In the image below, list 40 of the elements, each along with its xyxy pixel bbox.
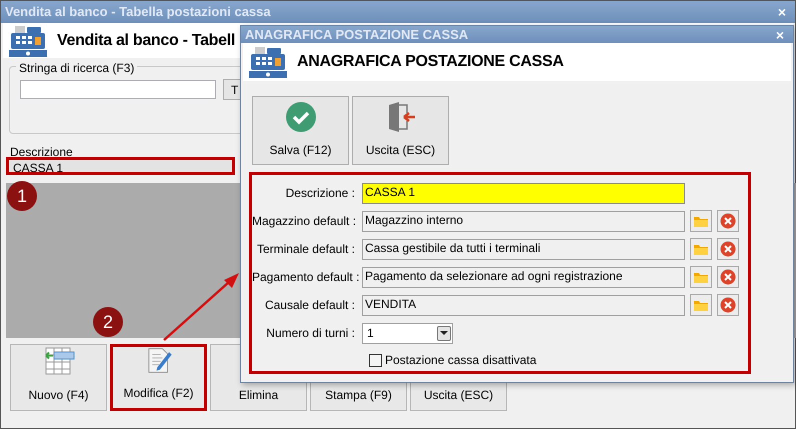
clear-button[interactable] — [717, 238, 739, 260]
clear-icon — [720, 241, 736, 257]
input-field[interactable]: CASSA 1 — [362, 182, 685, 204]
dropdown[interactable]: 1 — [362, 322, 453, 344]
dialog-heading: ANAGRAFICA POSTAZIONE CASSA — [297, 52, 564, 72]
table-cell[interactable]: CASSA 1 — [6, 157, 235, 175]
input-field[interactable]: Pagamento da selezionare ad ogni registrazione — [362, 266, 685, 288]
field-label: Pagamento default : — [252, 269, 360, 286]
toolbar-button[interactable]: Modifica (F2) — [110, 344, 207, 411]
clear-button[interactable] — [717, 294, 739, 316]
folder-icon — [693, 298, 709, 312]
folder-icon — [693, 270, 709, 284]
clear-icon — [720, 213, 736, 229]
input-field[interactable]: Magazzino interno — [362, 210, 685, 232]
input-field[interactable]: Cassa gestibile da tutti i terminali — [362, 238, 685, 260]
window-title: Vendita al banco - Tabella postazioni cassa — [5, 3, 271, 22]
field-label: Descrizione : — [284, 185, 356, 202]
field-label: Causale default : — [264, 297, 356, 314]
exit-button[interactable]: Uscita (ESC) — [352, 96, 449, 165]
field-label: Numero di turni : — [265, 325, 356, 342]
search-field[interactable] — [20, 80, 216, 99]
clear-icon — [720, 269, 736, 285]
toolbar-button[interactable]: Nuovo (F4) — [10, 344, 107, 411]
clear-button[interactable] — [717, 210, 739, 232]
folder-icon — [693, 214, 709, 228]
clear-icon — [720, 297, 736, 313]
caret-icon — [440, 331, 448, 335]
input-field[interactable]: VENDITA — [362, 294, 685, 316]
checkbox[interactable] — [369, 354, 382, 366]
checkbox-label: Postazione cassa disattivata — [385, 352, 536, 369]
clear-button[interactable] — [717, 266, 739, 288]
page-title: Vendita al banco - Tabell — [57, 30, 236, 50]
field-label: Magazzino default : — [252, 213, 358, 230]
save-button[interactable]: Salva (F12) — [252, 96, 349, 165]
cash-register-icon — [249, 46, 287, 78]
column-header: Descrizione — [9, 144, 74, 157]
window-title: ANAGRAFICA POSTAZIONE CASSA — [245, 26, 468, 44]
field-label: Terminale default : — [256, 241, 356, 258]
check-icon — [284, 101, 316, 133]
folder-icon — [693, 242, 709, 256]
